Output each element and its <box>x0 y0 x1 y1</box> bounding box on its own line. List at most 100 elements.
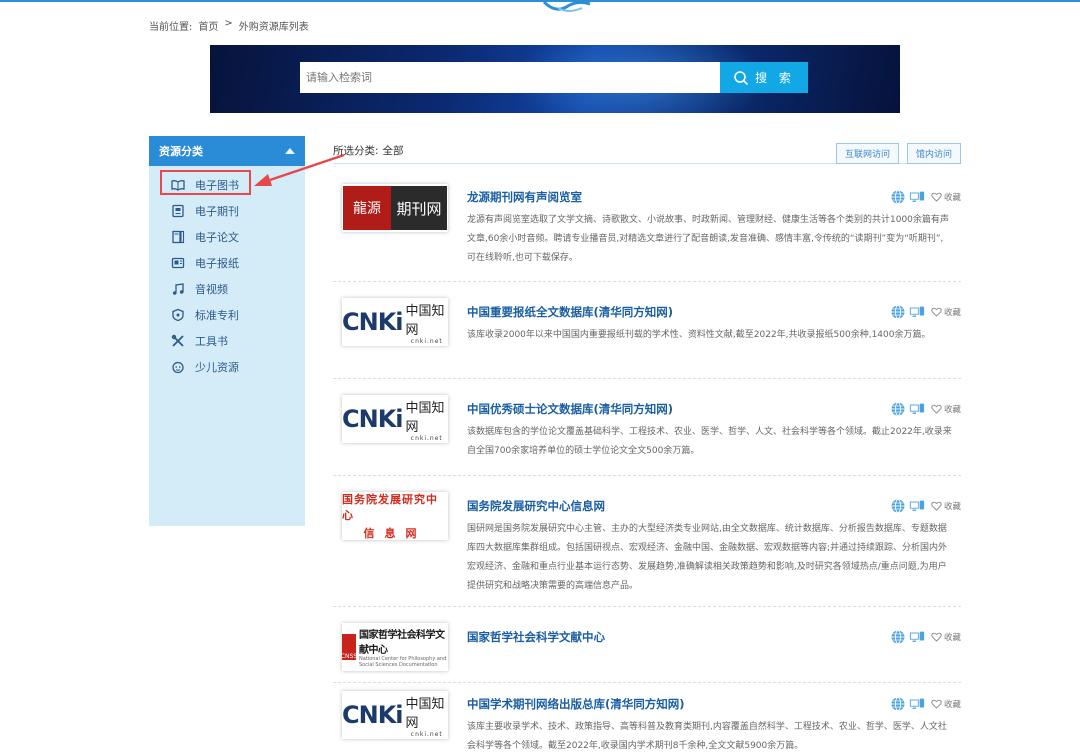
favorite-button[interactable]: 收藏 <box>931 698 961 710</box>
cnki-logo-cn: 中国知网 <box>405 696 445 731</box>
resource-actions: 收藏 <box>890 401 961 417</box>
resource-actions: 收藏 <box>890 629 961 645</box>
cnki-logo-net: cnki.net <box>410 337 443 345</box>
resource-actions: 收藏 <box>890 498 961 514</box>
filter-label: 所选分类: <box>333 145 379 157</box>
heart-icon <box>931 307 942 317</box>
resource-title[interactable]: 中国重要报纸全文数据库(清华同方知网) <box>467 304 673 320</box>
breadcrumb-home-link[interactable]: 首页 <box>198 18 218 33</box>
resource-title[interactable]: 国家哲学社会科学文献中心 <box>467 629 605 645</box>
resource-actions: 收藏 <box>890 696 961 712</box>
sidebar-item-label: 少儿资源 <box>195 361 239 374</box>
sidebar-item-children-resources[interactable]: 少儿资源 <box>149 354 305 380</box>
breadcrumb-current: 外购资源库列表 <box>238 22 309 33</box>
globe-icon[interactable] <box>890 401 906 417</box>
music-note-icon <box>172 283 184 295</box>
favorite-button[interactable]: 收藏 <box>931 306 961 318</box>
longyuan-logo-text: 期刊网 <box>396 199 442 218</box>
resource-item: CNKi 中国知网 cnki.net 中国优秀硕士论文数据库(清华同方知网) 收藏… <box>333 379 961 476</box>
cnki-logo: CNKi 中国知网 cnki.net <box>342 300 448 345</box>
sidebar-title: 资源分类 <box>159 145 203 158</box>
annotation-highlight-box <box>160 170 251 195</box>
resource-logo[interactable]: CNSS 国家哲学社会科学文献中心 National Center for Phi… <box>342 623 448 671</box>
devices-icon[interactable] <box>909 189 925 205</box>
sidebar-item-label: 音视频 <box>195 283 228 296</box>
heart-icon <box>931 501 942 511</box>
sidebar-item-standards-patents[interactable]: 标准专利 <box>149 302 305 328</box>
cnki-logo-cn: 中国知网 <box>405 400 445 435</box>
breadcrumb: 当前位置: 首页 > 外购资源库列表 <box>149 18 309 33</box>
favorite-button[interactable]: 收藏 <box>931 403 961 415</box>
favorite-button[interactable]: 收藏 <box>931 191 961 203</box>
sidebar-item-etheses[interactable]: 电子论文 <box>149 224 305 250</box>
globe-icon[interactable] <box>890 304 906 320</box>
favorite-label: 收藏 <box>943 700 961 710</box>
globe-icon[interactable] <box>890 629 906 645</box>
sidebar-item-audio-video[interactable]: 音视频 <box>149 276 305 302</box>
child-face-icon <box>172 361 184 374</box>
resource-logo[interactable]: 国务院发展研究中心 信息网 <box>342 492 448 540</box>
resource-logo[interactable]: CNKi 中国知网 cnki.net <box>342 298 448 346</box>
campus-access-button[interactable]: 馆内访问 <box>906 143 961 164</box>
longyuan-logo: 龍源 期刊网 <box>343 186 447 230</box>
ncpssd-logo-cn: 国家哲学社会科学文献中心 <box>359 630 445 656</box>
devices-icon[interactable] <box>909 304 925 320</box>
resource-item: 龍源 期刊网 龙源期刊网有声阅览室 收藏 龙源有声阅览室选取了文学文摘、诗歌散文… <box>333 172 961 282</box>
cnki-logo: CNKi 中国知网 cnki.net <box>342 693 448 738</box>
resource-actions: 收藏 <box>890 189 961 205</box>
favorite-label: 收藏 <box>943 193 961 203</box>
favorite-label: 收藏 <box>943 502 961 512</box>
devices-icon[interactable] <box>909 629 925 645</box>
globe-icon[interactable] <box>890 696 906 712</box>
sidebar-item-ejournals[interactable]: 电子期刊 <box>149 198 305 224</box>
journal-icon <box>172 204 184 218</box>
cnki-logo-word: CNKi <box>342 308 404 336</box>
sidebar-item-label: 电子报纸 <box>195 257 239 270</box>
devices-icon[interactable] <box>909 498 925 514</box>
devices-icon[interactable] <box>909 696 925 712</box>
resource-title[interactable]: 中国优秀硕士论文数据库(清华同方知网) <box>467 401 673 417</box>
ncpssd-logo-en: National Center for Philosophy and Socia… <box>359 656 447 668</box>
newspaper-icon <box>171 257 185 269</box>
favorite-label: 收藏 <box>943 308 961 318</box>
heart-icon <box>931 192 942 202</box>
drc-logo: 国务院发展研究中心 信息网 <box>342 492 448 540</box>
resource-title[interactable]: 国务院发展研究中心信息网 <box>467 498 605 514</box>
cnki-logo-word: CNKi <box>342 701 404 729</box>
resource-title[interactable]: 龙源期刊网有声阅览室 <box>467 189 582 205</box>
cnki-logo-cn: 中国知网 <box>405 303 445 338</box>
shield-icon <box>172 308 184 322</box>
resource-item: 国务院发展研究中心 信息网 国务院发展研究中心信息网 收藏 国研网是国务院发展研… <box>333 476 961 607</box>
resource-title[interactable]: 中国学术期刊网络出版总库(清华同方知网) <box>467 696 685 712</box>
resource-item: CNKi 中国知网 cnki.net 中国学术期刊网络出版总库(清华同方知网) 收… <box>333 683 961 756</box>
globe-icon[interactable] <box>890 189 906 205</box>
favorite-button[interactable]: 收藏 <box>931 631 961 643</box>
resource-logo[interactable]: CNKi 中国知网 cnki.net <box>342 691 448 739</box>
filter-bar: 所选分类: 全部 互联网访问 馆内访问 <box>333 143 961 164</box>
sidebar-item-enewspapers[interactable]: 电子报纸 <box>149 250 305 276</box>
internet-access-button[interactable]: 互联网访问 <box>835 143 899 164</box>
drc-logo-line1: 国务院发展研究中心 <box>342 493 438 522</box>
ncpssd-logo: CNSS 国家哲学社会科学文献中心 National Center for Phi… <box>342 626 448 668</box>
resource-description: 国研网是国务院发展研究中心主管、主办的大型经济类专业网站,由全文数据库、统计数据… <box>467 524 948 591</box>
devices-icon[interactable] <box>909 401 925 417</box>
cnki-logo-net: cnki.net <box>410 434 443 442</box>
cnki-logo-net: cnki.net <box>410 730 443 738</box>
search-button[interactable]: 搜 索 <box>720 62 808 93</box>
resource-logo[interactable]: 龍源 期刊网 <box>342 184 448 232</box>
cnki-logo: CNKi 中国知网 cnki.net <box>342 397 448 442</box>
heart-icon <box>931 699 942 709</box>
sidebar-item-reference-tools[interactable]: 工具书 <box>149 328 305 354</box>
resource-description: 龙源有声阅览室选取了文学文摘、诗歌散文、小说故事、时政新闻、管理财经、健康生活等… <box>467 215 949 263</box>
heart-icon <box>931 404 942 414</box>
globe-icon[interactable] <box>890 498 906 514</box>
cnki-logo-word: CNKi <box>342 405 404 433</box>
sidebar-item-label: 电子期刊 <box>195 205 239 218</box>
resource-item: CNSS 国家哲学社会科学文献中心 National Center for Phi… <box>333 607 961 683</box>
resource-logo[interactable]: CNKi 中国知网 cnki.net <box>342 395 448 443</box>
favorite-button[interactable]: 收藏 <box>931 500 961 512</box>
favorite-label: 收藏 <box>943 405 961 415</box>
resource-actions: 收藏 <box>890 304 961 320</box>
filter-value: 全部 <box>382 145 404 157</box>
search-input[interactable] <box>300 62 720 93</box>
